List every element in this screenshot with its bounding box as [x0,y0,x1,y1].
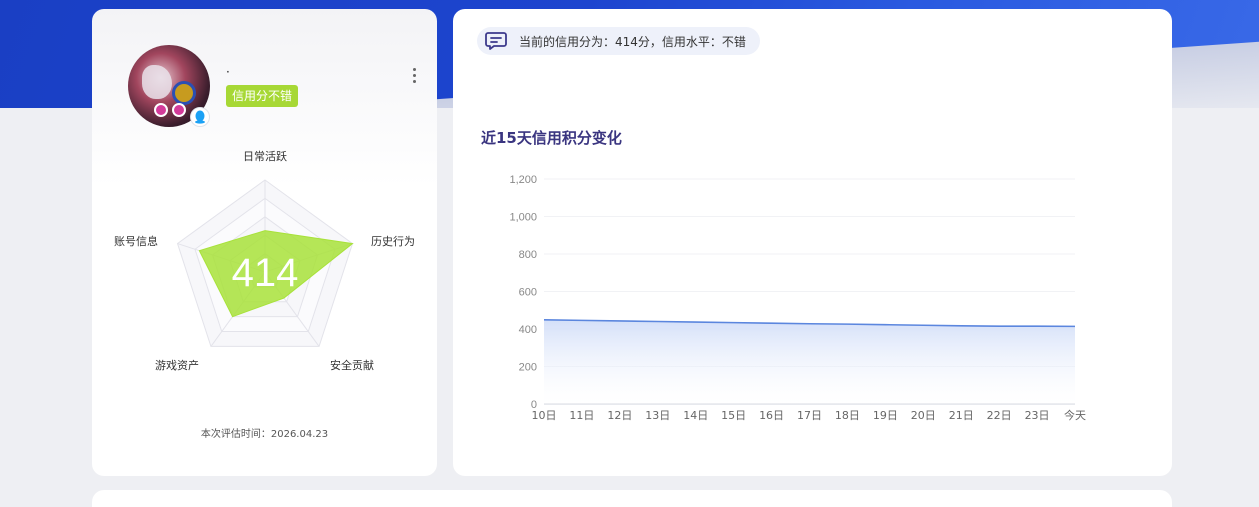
y-tick-label: 1,000 [509,212,537,224]
radar-label-daily-active: 日常活跃 [243,150,287,163]
x-tick-label: 18日 [835,409,860,422]
x-tick-label: 今天 [1064,408,1086,422]
chart-title: 近15天信用积分变化 [481,129,622,147]
x-tick-label: 14日 [683,409,708,422]
evaluation-time-value: 2026.04.23 [270,429,329,440]
credit-notice-text: 当前的信用分为：414分，信用水平：不错 [519,34,746,49]
x-tick-label: 11日 [569,409,594,422]
x-tick-label: 19日 [873,409,898,422]
x-tick-label: 17日 [797,409,822,422]
y-tick-label: 200 [519,362,537,374]
evaluation-time: 本次评估时间：2026.04.23 [92,425,437,440]
message-icon [485,32,507,50]
x-tick-label: 23日 [1025,409,1050,422]
qq-icon [190,107,210,127]
x-tick-label: 15日 [721,409,746,422]
radar-label-account-info: 账号信息 [114,235,158,248]
y-tick-label: 400 [519,324,537,336]
y-tick-label: 800 [519,249,537,261]
evaluation-time-label: 本次评估时间： [200,429,271,440]
radar-label-game-assets: 游戏资产 [155,359,199,372]
avatar-art [142,65,172,99]
nickname: · [226,65,230,79]
x-tick-label: 10日 [532,409,557,422]
credit-radar-chart: 414 [176,179,354,347]
x-tick-label: 13日 [645,409,670,422]
avatar-art [172,81,196,105]
avatar-art [154,103,168,117]
credit-trend-card: 当前的信用分为：414分，信用水平：不错 近15天信用积分变化 0 200 400 6… [453,9,1172,476]
credit-profile-card: · 信用分不错 414 日常活跃 历史行为 安全贡献 游戏资产 账号信息 本次评… [92,9,437,476]
credit-score-value: 414 [232,251,299,295]
x-tick-label: 21日 [949,409,974,422]
more-options-icon[interactable] [404,65,424,85]
x-tick-label: 12日 [607,409,632,422]
credit-trend-chart: 02004006008001,0001,20010日 11日 12日 13日 14日 15… [509,174,1086,422]
bottom-card [92,490,1172,507]
x-tick-label: 22日 [987,409,1012,422]
series-area [544,319,1075,404]
radar-label-security: 安全贡献 [330,359,374,372]
y-tick-label: 1,200 [509,174,537,186]
radar-label-history: 历史行为 [371,235,415,248]
credit-level-badge: 信用分不错 [226,85,299,107]
avatar-art [172,103,186,117]
x-tick-label: 20日 [911,409,936,422]
x-tick-label: 16日 [759,409,784,422]
credit-notice: 当前的信用分为：414分，信用水平：不错 [477,27,760,55]
y-tick-label: 600 [519,287,537,299]
